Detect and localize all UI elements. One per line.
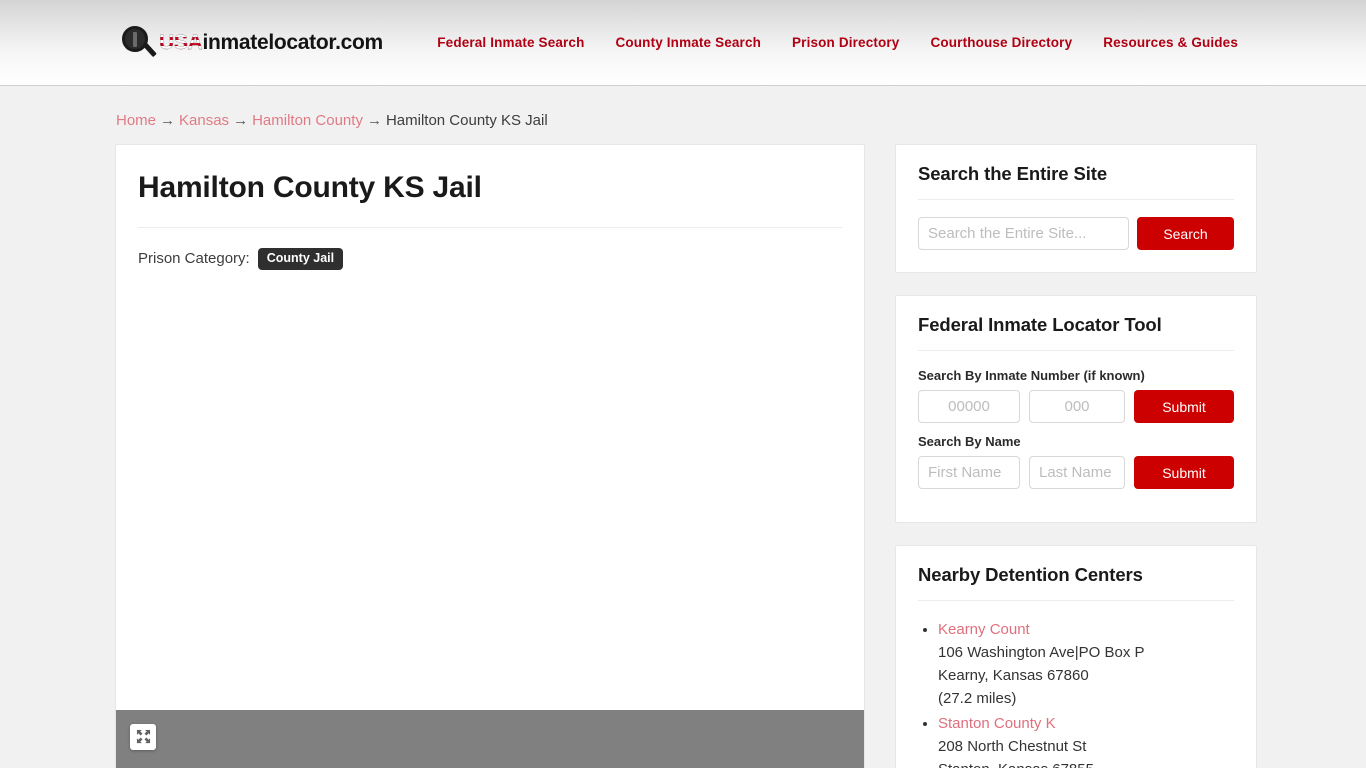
widget-nearby-detention-centers: Nearby Detention Centers Kearny Count 10… (895, 545, 1257, 768)
nearby-facility-city: Kearny, Kansas 67860 (938, 667, 1089, 684)
search-by-name-label: Search By Name (918, 434, 1021, 449)
jail-detail-card: Hamilton County KS Jail Prison Category:… (115, 144, 865, 768)
nav-courthouse-directory[interactable]: Courthouse Directory (930, 35, 1072, 50)
nearby-facility-city: Stanton, Kansas 67855 (938, 758, 1234, 768)
nearby-facility-address: 106 Washington Ave|PO Box P (938, 644, 1145, 661)
title-divider (138, 227, 842, 228)
breadcrumb: Home → Kansas → Hamilton County → Hamilton Cou… (115, 111, 1251, 131)
search-input[interactable] (918, 217, 1129, 250)
page-title: Hamilton County KS Jail (138, 171, 482, 204)
nav-prison-directory[interactable]: Prison Directory (792, 35, 899, 50)
first-name-input[interactable] (918, 456, 1020, 489)
main-navigation: Federal Inmate Search County Inmate Sear… (437, 35, 1246, 50)
fullscreen-expand-icon[interactable] (130, 723, 156, 750)
brand-wordmark: USAinmatelocator.com (159, 32, 383, 53)
breadcrumb-item-current: Hamilton County KS Jail (385, 112, 548, 129)
nearby-list: Kearny Count 106 Washington Ave|PO Box P… (918, 618, 1234, 768)
site-logo[interactable]: USAinmatelocator.com (122, 25, 383, 60)
search-button[interactable]: Search (1137, 217, 1234, 250)
nearby-title: Nearby Detention Centers (918, 564, 1143, 585)
sidebar: Search the Entire Site Search Federal In… (895, 144, 1257, 768)
page-container: Home → Kansas → Hamilton County → Hamilton Cou… (103, 111, 1263, 768)
site-header: USAinmatelocator.com Federal Inmate Sear… (0, 0, 1366, 86)
prison-category-row: Prison Category: County Jail (138, 248, 842, 270)
nav-county-inmate-search[interactable]: County Inmate Search (615, 35, 761, 50)
last-name-input[interactable] (1029, 456, 1125, 489)
breadcrumb-separator: → (366, 112, 382, 129)
inmate-number-suffix-input[interactable] (1029, 390, 1125, 423)
widget-divider (918, 199, 1234, 200)
name-submit-button[interactable]: Submit (1134, 456, 1234, 489)
nearby-facility-link[interactable]: Kearny Count (938, 618, 1234, 641)
locator-title: Federal Inmate Locator Tool (918, 314, 1162, 335)
page-body: Home → Kansas → Hamilton County → Hamilton Cou… (0, 86, 1366, 768)
nearby-facility-distance: (27.2 miles) (938, 690, 1017, 707)
inmate-number-submit-button[interactable]: Submit (1134, 390, 1234, 423)
widget-federal-inmate-locator: Federal Inmate Locator Tool Search By In… (895, 295, 1257, 523)
breadcrumb-separator: → (160, 112, 176, 129)
list-item: Stanton County K 208 North Chestnut St S… (938, 712, 1234, 768)
breadcrumb-item-hamilton-county[interactable]: Hamilton County (252, 112, 363, 129)
widget-site-search: Search the Entire Site Search (895, 144, 1257, 273)
nearby-facility-link[interactable]: Stanton County K (938, 712, 1234, 735)
widget-divider (918, 600, 1234, 601)
header-inner: USAinmatelocator.com Federal Inmate Sear… (110, 0, 1256, 85)
inmate-name-row: Submit (918, 456, 1234, 489)
breadcrumb-item-kansas[interactable]: Kansas (179, 112, 229, 129)
status-badge: County Jail (257, 248, 344, 270)
breadcrumb-item-home[interactable]: Home (116, 112, 156, 129)
prison-category-label: Prison Category: (138, 250, 250, 268)
widget-divider (918, 350, 1234, 351)
inmate-number-input[interactable] (918, 390, 1020, 423)
nearby-facility-address: 208 North Chestnut St (938, 738, 1087, 755)
magnifying-glass-icon (122, 25, 157, 60)
site-search-title: Search the Entire Site (918, 163, 1108, 184)
breadcrumb-separator: → (233, 112, 249, 129)
nav-resources-guides[interactable]: Resources & Guides (1103, 35, 1238, 50)
nav-federal-inmate-search[interactable]: Federal Inmate Search (437, 35, 584, 50)
content-columns: Hamilton County KS Jail Prison Category:… (115, 144, 1257, 768)
inmate-number-row: Submit (918, 390, 1234, 423)
main-column: Hamilton County KS Jail Prison Category:… (115, 144, 865, 768)
content-placeholder-area (138, 280, 842, 710)
brand-usa-text: USA (159, 31, 203, 54)
brand-domain-text: inmatelocator.com (202, 31, 383, 54)
inmate-number-label: Search By Inmate Number (if known) (918, 368, 1145, 383)
map-embed[interactable] (116, 709, 864, 768)
site-search-row: Search (918, 217, 1234, 250)
list-item: Kearny Count 106 Washington Ave|PO Box P… (938, 618, 1234, 710)
